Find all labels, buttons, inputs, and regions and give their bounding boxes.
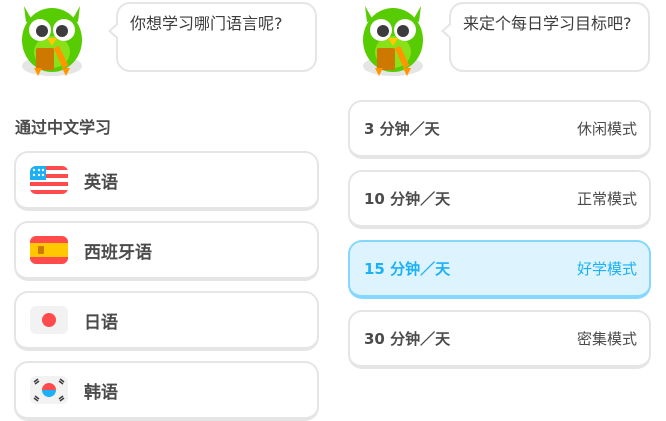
- goal-mode: 休闲模式: [576, 120, 637, 138]
- language-label: 西班牙语: [84, 242, 152, 263]
- spain-flag-icon: [30, 236, 68, 264]
- language-option-spanish[interactable]: 西班牙语: [14, 221, 319, 281]
- language-label: 英语: [84, 172, 118, 193]
- goal-prompt: 来定个每日学习目标吧?: [463, 14, 632, 33]
- duo-owl-mascot-icon: [22, 6, 82, 76]
- goal-minutes: 30 分钟／天: [364, 330, 451, 348]
- section-title: 通过中文学习: [15, 118, 112, 137]
- language-option-english[interactable]: 英语: [14, 151, 319, 211]
- japan-flag-icon: [30, 306, 68, 334]
- goal-option-casual[interactable]: 3 分钟／天 休闲模式: [348, 100, 651, 159]
- us-flag-icon: [30, 166, 68, 194]
- goal-option-regular[interactable]: 10 分钟／天 正常模式: [348, 170, 651, 229]
- language-option-japanese[interactable]: 日语: [14, 291, 319, 351]
- korea-flag-icon: [30, 376, 68, 404]
- goal-mode: 密集模式: [576, 330, 637, 348]
- goal-minutes: 15 分钟／天: [364, 260, 451, 278]
- language-label: 日语: [84, 312, 118, 333]
- prompt-speech-bubble: 来定个每日学习目标吧?: [441, 2, 650, 72]
- language-option-korean[interactable]: 韩语: [14, 361, 319, 421]
- prompt-speech-bubble: 你想学习哪门语言呢?: [108, 2, 317, 72]
- goal-option-intense[interactable]: 30 分钟／天 密集模式: [348, 310, 651, 369]
- language-prompt: 你想学习哪门语言呢?: [130, 14, 283, 33]
- language-label: 韩语: [84, 382, 118, 403]
- goal-mode: 好学模式: [576, 260, 637, 278]
- goal-minutes: 10 分钟／天: [364, 190, 451, 208]
- goal-mode: 正常模式: [576, 190, 637, 208]
- duo-owl-mascot-icon: [363, 6, 423, 76]
- goal-option-serious[interactable]: 15 分钟／天 好学模式: [348, 240, 651, 299]
- goal-minutes: 3 分钟／天: [364, 120, 440, 138]
